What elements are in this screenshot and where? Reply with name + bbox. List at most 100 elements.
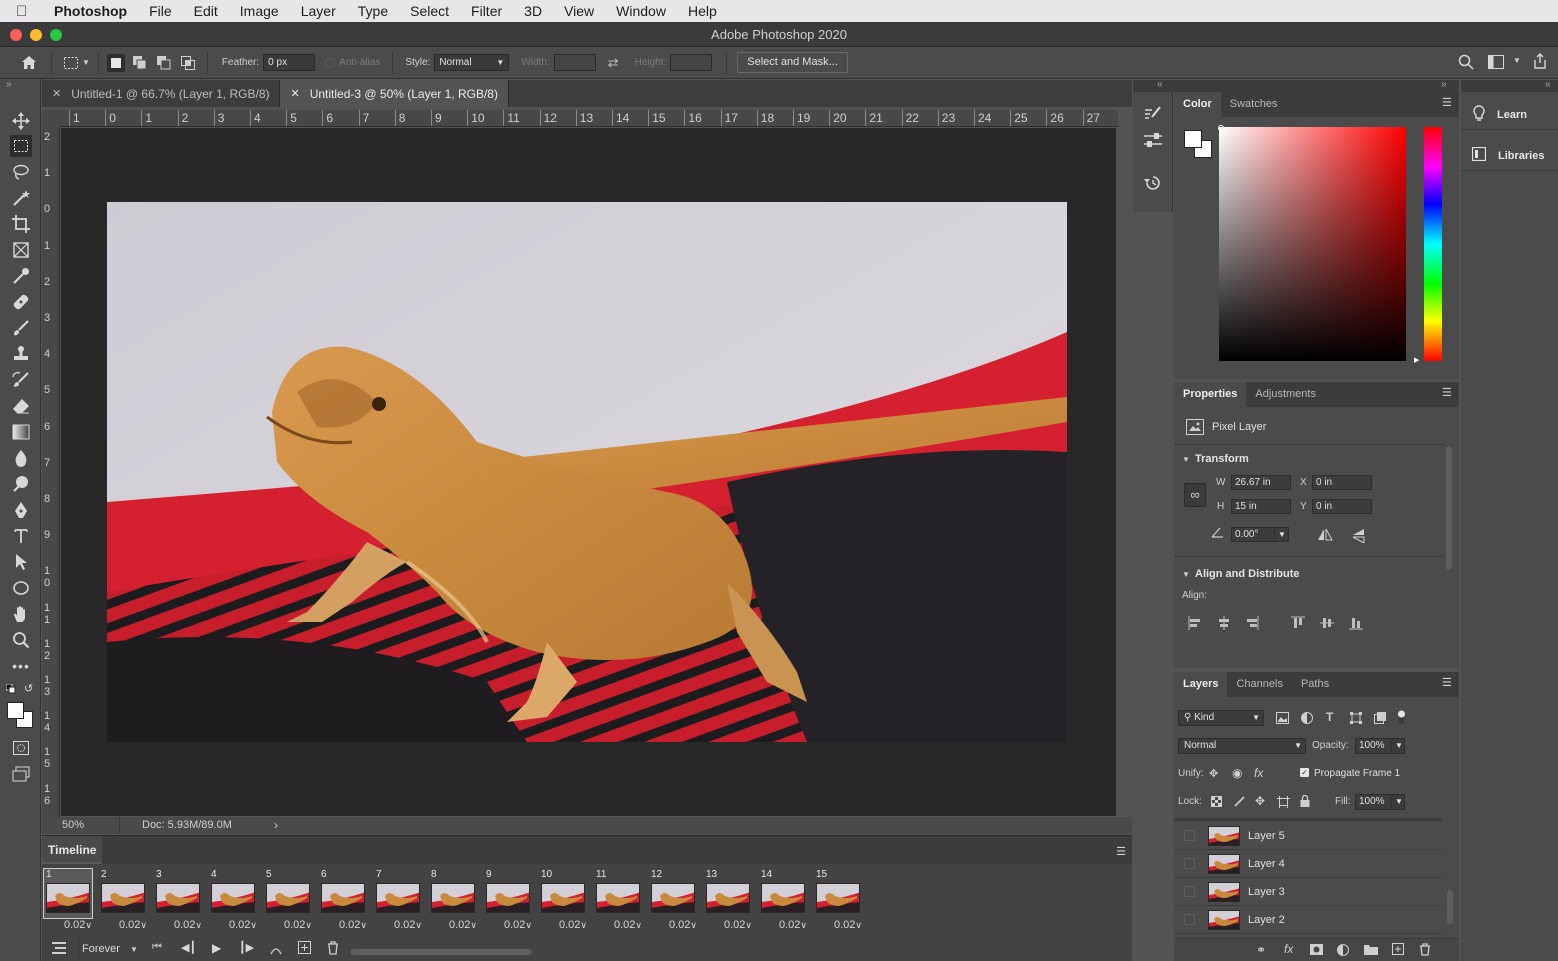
timeline-scrollbar[interactable]	[350, 949, 532, 955]
frame-delay[interactable]: 0.02∨	[614, 919, 642, 931]
frame-delay[interactable]: 0.02∨	[559, 919, 587, 931]
screen-mode-icon[interactable]	[10, 763, 32, 785]
frame-delay[interactable]: 0.02∨	[779, 919, 807, 931]
next-frame-icon[interactable]: ┃▶	[239, 941, 254, 954]
layers-scrollbar[interactable]	[1447, 890, 1453, 924]
width-field[interactable]: 26.67 in	[1231, 475, 1291, 490]
history-icon[interactable]	[1144, 174, 1162, 195]
timeline-frame[interactable]: 7 0.02∨	[372, 869, 422, 933]
frame-delay[interactable]: 0.02∨	[504, 919, 532, 931]
angle-chevron-icon[interactable]: ▼	[1274, 527, 1289, 542]
type-tool-icon[interactable]	[10, 525, 32, 547]
loop-chevron-icon[interactable]: ▼	[130, 945, 138, 954]
layer-row[interactable]: Layer 3	[1174, 878, 1442, 906]
status-menu-chevron-icon[interactable]: ›	[274, 818, 278, 832]
healing-brush-tool-icon[interactable]	[10, 291, 32, 313]
hand-tool-icon[interactable]	[10, 603, 32, 625]
frame-delay[interactable]: 0.02∨	[339, 919, 367, 931]
first-frame-icon[interactable]: ⏮	[152, 941, 162, 954]
expand-panels-icon[interactable]: »	[1441, 79, 1447, 90]
frame-delay[interactable]: 0.02∨	[119, 919, 147, 931]
close-window-button[interactable]	[10, 29, 22, 41]
timeline-frame[interactable]: 6 0.02∨	[317, 869, 367, 933]
timeline-menu-icon[interactable]: ☰	[1116, 845, 1126, 858]
document-image[interactable]	[107, 202, 1067, 742]
tab-untitled-1[interactable]: ✕ Untitled-1 @ 66.7% (Layer 1, RGB/8)	[42, 80, 281, 107]
layer-name[interactable]: Layer 4	[1248, 858, 1285, 870]
menu-3d[interactable]: 3D	[513, 3, 553, 19]
frame-delay[interactable]: 0.02∨	[174, 919, 202, 931]
close-tab-icon[interactable]: ✕	[52, 87, 61, 100]
color-panel-menu-icon[interactable]: ☰	[1442, 98, 1453, 109]
frame-delay[interactable]: 0.02∨	[449, 919, 477, 931]
layer-row[interactable]: Layer 4	[1174, 850, 1442, 878]
duplicate-frame-icon[interactable]	[298, 941, 311, 957]
align-top-icon[interactable]	[1291, 616, 1305, 633]
menu-view[interactable]: View	[553, 3, 605, 19]
zoom-tool-icon[interactable]	[10, 629, 32, 651]
fill-chevron-icon[interactable]: ▼	[1391, 794, 1405, 810]
close-tab-icon[interactable]: ✕	[290, 87, 299, 100]
layer-name[interactable]: Layer 3	[1248, 886, 1285, 898]
history-brush-tool-icon[interactable]	[10, 369, 32, 391]
angle-field[interactable]: 0.00°	[1231, 527, 1275, 542]
style-select[interactable]: Normal ▼	[434, 54, 510, 71]
layer-visibility-toggle[interactable]	[1184, 886, 1195, 897]
timeline-frame[interactable]: 9 0.02∨	[482, 869, 532, 933]
learn-button[interactable]: Learn	[1461, 100, 1558, 130]
align-right-icon[interactable]	[1245, 616, 1259, 633]
menu-file[interactable]: File	[138, 3, 183, 19]
lock-pixels-icon[interactable]	[1234, 795, 1246, 810]
rectangular-marquee-tool-icon[interactable]	[10, 135, 32, 157]
timeline-frame[interactable]: 11 0.02∨	[592, 869, 642, 933]
frame-delay[interactable]: 0.02∨	[229, 919, 257, 931]
foreground-color-swatch[interactable]	[7, 702, 24, 719]
gradient-tool-icon[interactable]	[10, 421, 32, 443]
menu-layer[interactable]: Layer	[290, 3, 347, 19]
timeline-frame[interactable]: 8 0.02∨	[427, 869, 477, 933]
play-icon[interactable]: ▶	[212, 941, 221, 955]
align-chevron-icon[interactable]: ▼	[1182, 570, 1190, 579]
timeline-frame[interactable]: 10 0.02∨	[537, 869, 587, 933]
search-icon[interactable]	[1458, 54, 1474, 73]
properties-menu-icon[interactable]: ☰	[1442, 388, 1453, 399]
zoom-window-button[interactable]	[50, 29, 62, 41]
flip-vertical-icon[interactable]	[1352, 528, 1365, 546]
dodge-tool-icon[interactable]	[10, 473, 32, 495]
swap-icon[interactable]: ⇄	[608, 55, 619, 71]
x-field[interactable]: 0 in	[1312, 475, 1372, 490]
convert-timeline-icon[interactable]	[52, 942, 66, 957]
intersect-selection-icon[interactable]	[179, 54, 197, 72]
timeline-frame[interactable]: 1 0.02∨	[42, 868, 93, 933]
frame-delay[interactable]: 0.02∨	[669, 919, 697, 931]
align-hcenter-icon[interactable]	[1217, 616, 1231, 633]
filter-adjustment-icon[interactable]	[1301, 712, 1313, 727]
hue-slider-handle[interactable]: ▶	[1414, 356, 1419, 364]
pen-tool-icon[interactable]	[10, 499, 32, 521]
timeline-frame[interactable]: 13 0.02∨	[702, 869, 752, 933]
magic-wand-tool-icon[interactable]	[10, 187, 32, 209]
new-adjustment-icon[interactable]	[1337, 944, 1349, 959]
unify-style-icon[interactable]: fx	[1254, 766, 1263, 780]
antialias-checkbox[interactable]	[325, 57, 336, 68]
color-panel-fg-swatch[interactable]	[1184, 130, 1202, 148]
adjust-sliders-icon[interactable]	[1144, 132, 1162, 151]
menu-window[interactable]: Window	[605, 3, 677, 19]
link-dimensions-icon[interactable]: ∞	[1184, 483, 1206, 507]
flip-horizontal-icon[interactable]	[1317, 528, 1333, 544]
tab-adjustments[interactable]: Adjustments	[1246, 382, 1325, 407]
transform-chevron-icon[interactable]: ▼	[1182, 455, 1190, 464]
filter-shape-icon[interactable]	[1350, 712, 1362, 727]
filter-type-icon[interactable]: T	[1326, 710, 1333, 724]
minimize-window-button[interactable]	[30, 29, 42, 41]
layer-visibility-toggle[interactable]	[1184, 830, 1195, 841]
menu-app[interactable]: Photoshop	[44, 3, 138, 19]
apple-icon[interactable]: 	[16, 3, 44, 20]
color-swatches[interactable]	[6, 701, 34, 729]
collapse-tools-icon[interactable]: »	[6, 79, 12, 90]
more-tools-icon[interactable]: •••	[10, 655, 32, 677]
width-input[interactable]	[553, 54, 596, 71]
feather-input[interactable]: 0 px	[263, 54, 316, 71]
lock-transparent-icon[interactable]	[1211, 796, 1222, 810]
menu-edit[interactable]: Edit	[183, 3, 229, 19]
